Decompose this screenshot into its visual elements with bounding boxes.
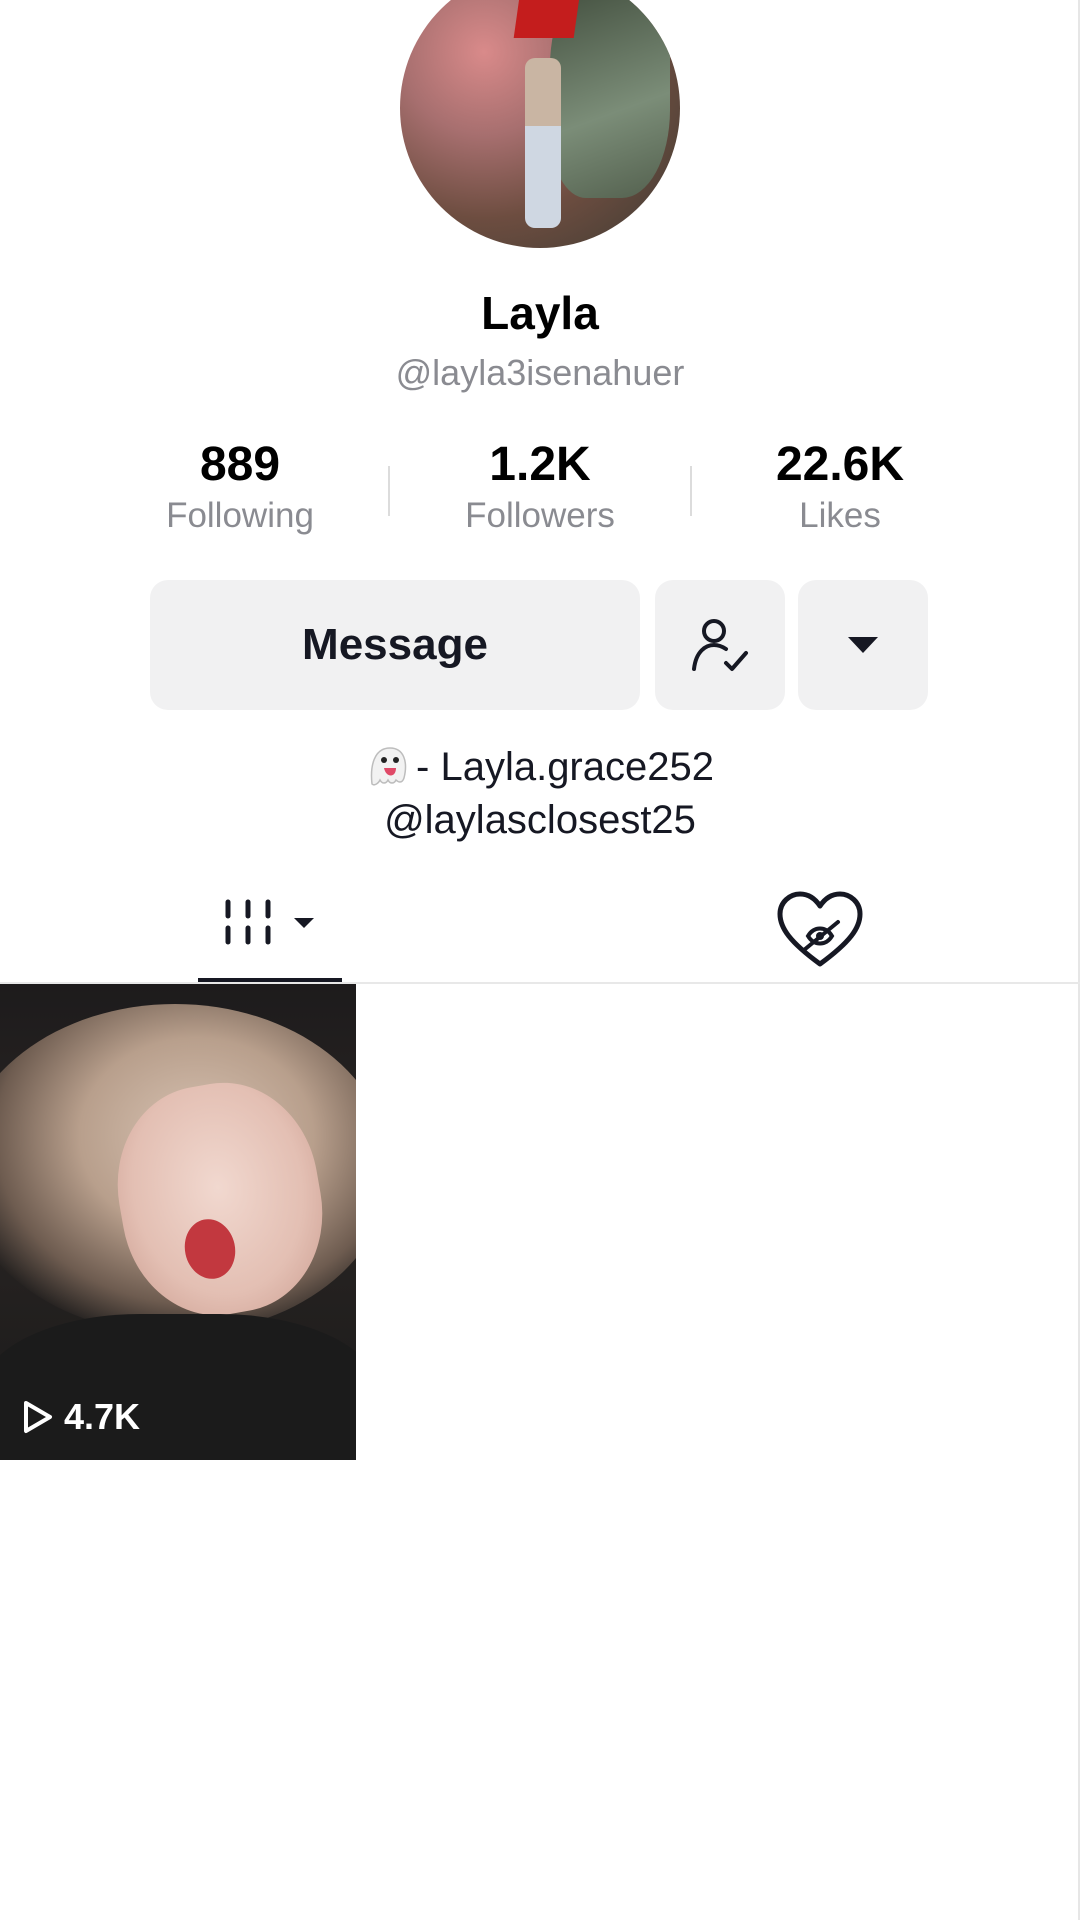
following-count: 889 bbox=[199, 438, 281, 491]
display-name: Layla bbox=[481, 287, 599, 339]
user-check-icon bbox=[692, 619, 748, 671]
tab-videos[interactable] bbox=[198, 880, 342, 984]
friends-button[interactable] bbox=[655, 580, 785, 710]
message-button[interactable]: Message bbox=[150, 580, 640, 710]
followers-stat[interactable]: 1.2K Followers bbox=[410, 436, 670, 536]
following-stat[interactable]: 889 Following bbox=[110, 436, 370, 536]
bio-line-2: @laylasclosest25 bbox=[384, 798, 696, 842]
following-label: Following bbox=[166, 496, 314, 535]
play-icon bbox=[24, 1401, 52, 1433]
view-count-text: 4.7K bbox=[64, 1396, 141, 1437]
followers-label: Followers bbox=[465, 496, 615, 535]
more-options-button[interactable] bbox=[798, 580, 928, 710]
avatar-person bbox=[525, 58, 561, 228]
followers-count: 1.2K bbox=[489, 438, 591, 491]
stat-divider bbox=[690, 466, 692, 516]
liked-hidden-icon bbox=[777, 891, 863, 967]
likes-label: Likes bbox=[799, 496, 881, 535]
bio-snapchat-text: - Layla.grace252 bbox=[416, 745, 714, 789]
profile-tabs bbox=[0, 880, 1080, 984]
stat-divider bbox=[388, 466, 390, 516]
tab-liked[interactable] bbox=[770, 880, 870, 980]
videos-grid-icon bbox=[225, 899, 314, 945]
caret-down-icon bbox=[848, 637, 878, 653]
bio-line-1: - Layla.grace252 bbox=[0, 744, 1080, 790]
likes-count: 22.6K bbox=[775, 438, 905, 491]
thumbnail-shirt bbox=[0, 1314, 356, 1460]
likes-stat[interactable]: 22.6K Likes bbox=[710, 436, 970, 536]
video-thumbnail[interactable]: 4.7K bbox=[0, 984, 356, 1460]
profile-avatar[interactable] bbox=[400, 0, 680, 248]
ghost-emoji-icon bbox=[370, 747, 407, 786]
video-view-count: 4.7K bbox=[22, 1396, 140, 1438]
username: @layla3isenahuer bbox=[395, 352, 685, 393]
